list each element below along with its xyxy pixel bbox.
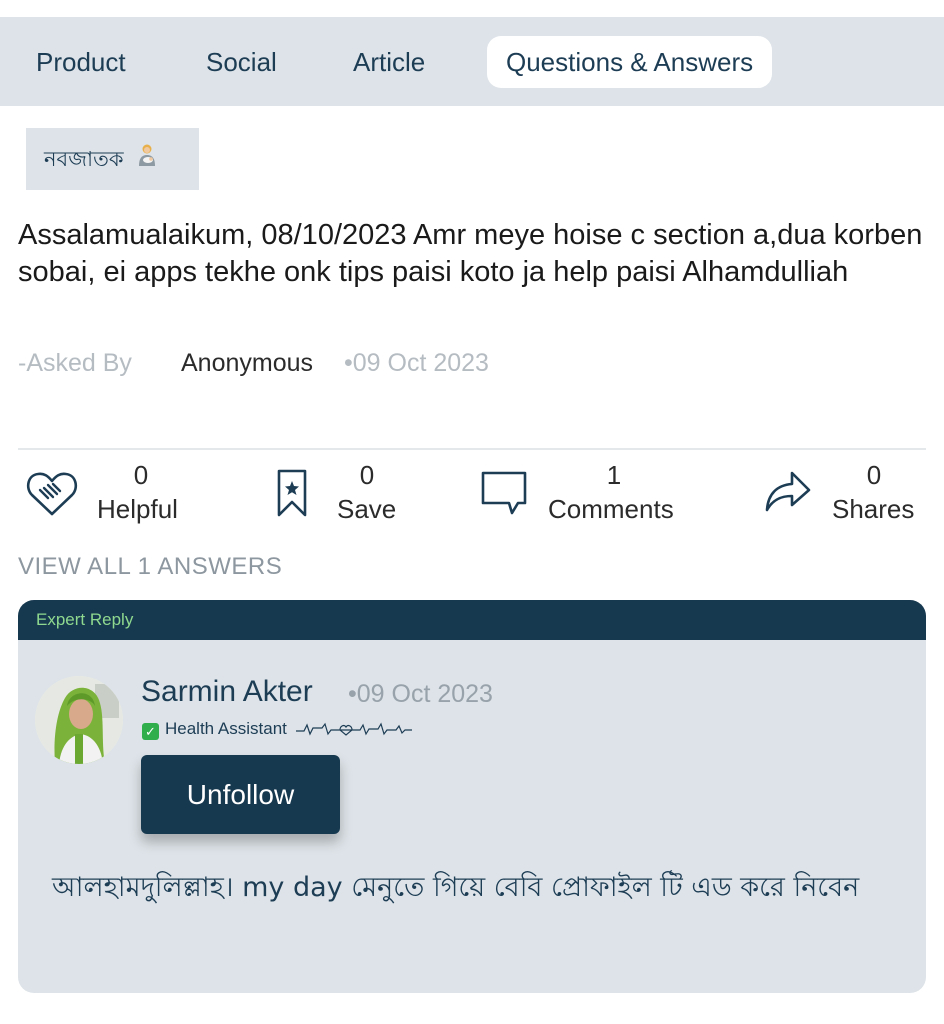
view-all-answers-link[interactable]: VIEW ALL 1 ANSWERS [18,553,282,581]
tab-product[interactable]: Product [36,36,126,88]
speech-bubble-icon [481,471,527,515]
asked-by-label: -Asked By [18,349,132,377]
person-feeding-baby-icon [136,129,158,191]
save-label: Save [337,494,397,524]
shares-label: Shares [832,494,915,524]
comments-label: Comments [548,494,674,524]
question-author[interactable]: Anonymous [181,346,313,380]
helpful-count: 0 [133,460,149,490]
question-text: Assalamualaikum, 08/10/2023 Amr meye hoi… [18,219,923,288]
shares-count: 0 [866,460,882,490]
save-count: 0 [359,460,375,490]
topic-tag[interactable]: নবজাতক [26,128,199,190]
share-arrow-icon [765,471,811,512]
check-icon: ✓ [142,723,159,740]
topic-tag-label: নবজাতক [44,147,124,171]
unfollow-button[interactable]: Unfollow [141,755,340,834]
reply-role: ✓ Health Assistant [142,719,414,740]
bookmark-star-icon [277,469,307,517]
role-label: Health Assistant [165,719,287,738]
tab-article[interactable]: Article [353,36,425,88]
comments-count: 1 [606,460,622,490]
heart-handshake-icon [26,472,78,516]
reply-text: আলহামদুলিল্লাহ। my day মেনুতে গিয়ে বেবি… [52,872,860,903]
helpful-label: Helpful [97,494,178,524]
tab-social[interactable]: Social [206,36,277,88]
expert-reply-badge: Expert Reply [36,610,134,629]
divider [18,448,926,450]
heartbeat-icon [295,722,412,736]
tab-questions-answers[interactable]: Questions & Answers [487,36,773,88]
expert-reply-header: Expert Reply [18,600,926,640]
category-tab-bar: Product Social Article Questions & Answe… [0,17,944,106]
avatar[interactable] [35,676,123,764]
reply-date: •09 Oct 2023 [348,680,493,708]
question-date: •09 Oct 2023 [344,349,489,377]
reply-author[interactable]: Sarmin Akter [141,675,313,709]
